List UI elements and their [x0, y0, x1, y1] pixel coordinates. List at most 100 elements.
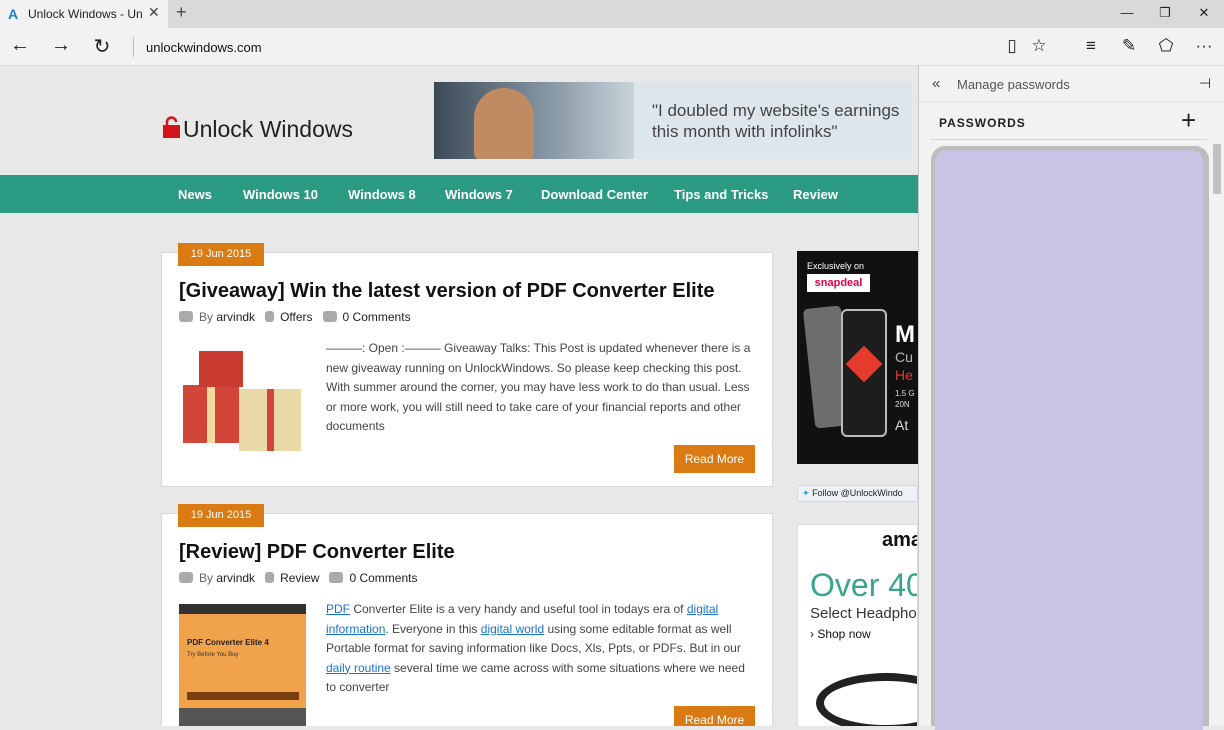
excerpt-text: . Everyone in this	[385, 621, 481, 636]
twitter-bird-icon: ✦	[802, 488, 810, 498]
hub-icon[interactable]: ≡	[1079, 36, 1103, 56]
twitter-follow-button[interactable]: ✦ Follow @UnlockWindo	[797, 485, 918, 502]
back-button[interactable]: ←	[8, 34, 32, 57]
shop-now-link[interactable]: › Shop now	[810, 627, 871, 641]
banner-person-face	[474, 88, 534, 159]
post-author[interactable]: arvindk	[216, 310, 255, 324]
post-comments[interactable]: 0 Comments	[343, 310, 411, 324]
menu-item-news[interactable]: News	[178, 187, 212, 202]
share-icon[interactable]: ⬠	[1154, 36, 1178, 56]
minimize-button[interactable]: —	[1117, 5, 1137, 20]
menu-item-windows-7[interactable]: Windows 7	[445, 187, 513, 202]
thumb-title: PDF Converter Elite 4	[187, 638, 269, 647]
refresh-button[interactable]: ↻	[90, 34, 114, 59]
web-note-icon[interactable]: ✎	[1117, 36, 1141, 56]
pane-back-icon[interactable]: «	[932, 75, 940, 92]
tab-close-icon[interactable]: ✕	[148, 4, 160, 21]
ad-subheadline: Select Headphon	[810, 605, 918, 622]
gift-ribbon-red	[267, 389, 274, 451]
amazon-logo: ama	[882, 529, 917, 551]
post-category[interactable]: Review	[280, 571, 319, 585]
ad-headline: Over 40	[810, 567, 918, 603]
snapdeal-ad[interactable]: Exclusively on snapdeal M Cu He 1.5 G 20…	[797, 251, 918, 464]
link-pdf[interactable]: PDF	[326, 602, 350, 616]
post-title[interactable]: [Giveaway] Win the latest version of PDF…	[179, 280, 715, 303]
logo-text: Unlock Windows	[183, 116, 353, 142]
post-date-badge: 19 Jun 2015	[178, 504, 264, 527]
phone-front-image	[841, 309, 887, 437]
address-divider	[133, 37, 134, 57]
category-icon	[265, 311, 275, 322]
ad-line-6: At	[895, 417, 909, 433]
infolinks-banner-ad[interactable]: "I doubled my website's earnings this mo…	[434, 82, 912, 159]
pane-scrollbar[interactable]	[1213, 144, 1221, 194]
banner-text-line-2: this month with infolinks"	[652, 122, 838, 141]
ad-line-3: He	[895, 367, 913, 383]
pane-title: Manage passwords	[957, 77, 1070, 92]
post-thumbnail-gifts[interactable]	[179, 345, 305, 455]
menu-item-download-center[interactable]: Download Center	[541, 187, 648, 202]
thumb-footer	[179, 708, 306, 726]
manage-passwords-pane: « Manage passwords ⊣ PASSWORDS +	[918, 66, 1224, 730]
address-bar[interactable]: unlockwindows.com	[146, 40, 262, 55]
post-author[interactable]: arvindk	[216, 571, 255, 585]
banner-text: "I doubled my website's earnings this mo…	[652, 100, 899, 142]
banner-text-line-1: "I doubled my website's earnings	[652, 101, 900, 120]
excerpt-text: Converter Elite is a very handy and usef…	[350, 602, 687, 616]
main-menu: News Windows 10 Windows 8 Windows 7 Down…	[0, 175, 918, 213]
comments-icon	[329, 572, 344, 583]
tab-title: Unlock Windows - Unlo	[28, 7, 142, 21]
banner-photo	[434, 82, 634, 159]
post-category[interactable]: Offers	[280, 310, 312, 324]
password-list[interactable]	[935, 150, 1203, 730]
post-excerpt: PDF Converter Elite is a very handy and …	[326, 600, 751, 698]
menu-item-review[interactable]: Review	[793, 187, 838, 202]
web-page: Unlock Windows "I doubled my website's e…	[0, 66, 918, 726]
author-icon	[179, 311, 193, 322]
amazon-ad[interactable]: ama Over 40 Select Headphon › Shop now	[797, 524, 918, 726]
ad-headline: M	[895, 321, 915, 348]
post-card: 19 Jun 2015 [Giveaway] Win the latest ve…	[161, 243, 773, 487]
add-password-button[interactable]: +	[1181, 107, 1196, 133]
favorite-star-icon[interactable]: ☆	[1027, 36, 1051, 56]
snapdeal-logo: snapdeal	[807, 274, 870, 292]
menu-item-tips-and-tricks[interactable]: Tips and Tricks	[674, 187, 768, 202]
navigation-bar: ← → ↻ unlockwindows.com ▯ ☆ ≡ ✎ ⬠ ···	[0, 28, 1224, 66]
ad-line-5: 20N	[895, 400, 910, 409]
ad-exclusive-text: Exclusively on	[807, 261, 865, 271]
menu-item-windows-10[interactable]: Windows 10	[243, 187, 318, 202]
pin-icon[interactable]: ⊣	[1199, 75, 1211, 92]
post-meta: By arvindk Review 0 Comments	[179, 571, 417, 585]
close-window-button[interactable]: ✕	[1194, 5, 1214, 21]
phone-screen-graphic	[845, 345, 883, 383]
post-excerpt: ———: Open :——— Giveaway Talks: This Post…	[326, 341, 751, 433]
link-daily-routine[interactable]: daily routine	[326, 661, 391, 675]
read-more-button[interactable]: Read More	[674, 706, 755, 726]
forward-button[interactable]: →	[49, 34, 73, 57]
comments-icon	[322, 311, 337, 322]
post-title[interactable]: [Review] PDF Converter Elite	[179, 541, 455, 564]
new-tab-button[interactable]: +	[176, 2, 187, 23]
post-meta: By arvindk Offers 0 Comments	[179, 310, 411, 324]
follow-label: Follow @UnlockWindo	[812, 488, 903, 498]
ad-line-4: 1.5 G	[895, 389, 915, 398]
reading-view-icon[interactable]: ▯	[1000, 36, 1024, 56]
post-card: 19 Jun 2015 [Review] PDF Converter Elite…	[161, 504, 773, 726]
post-date-badge: 19 Jun 2015	[178, 243, 264, 266]
more-menu-icon[interactable]: ···	[1192, 36, 1216, 56]
read-more-button[interactable]: Read More	[674, 445, 755, 473]
ad-line-2: Cu	[895, 349, 913, 365]
post-thumbnail-pdf-converter[interactable]: PDF Converter Elite 4 Try Before You Buy	[179, 604, 306, 726]
by-label: By	[199, 571, 214, 585]
tab-bar: A Unlock Windows - Unlo ✕ + — ❐ ✕	[0, 0, 1224, 28]
link-digital-world[interactable]: digital world	[481, 622, 544, 636]
post-comments[interactable]: 0 Comments	[349, 571, 417, 585]
maximize-button[interactable]: ❐	[1155, 5, 1175, 21]
passwords-heading: PASSWORDS	[939, 116, 1026, 130]
pane-header: « Manage passwords ⊣	[919, 66, 1224, 102]
gift-box-small	[199, 351, 243, 387]
thumb-buttons	[187, 692, 299, 700]
menu-item-windows-8[interactable]: Windows 8	[348, 187, 416, 202]
by-label: By	[199, 310, 214, 324]
browser-tab[interactable]: A Unlock Windows - Unlo ✕	[0, 0, 168, 28]
